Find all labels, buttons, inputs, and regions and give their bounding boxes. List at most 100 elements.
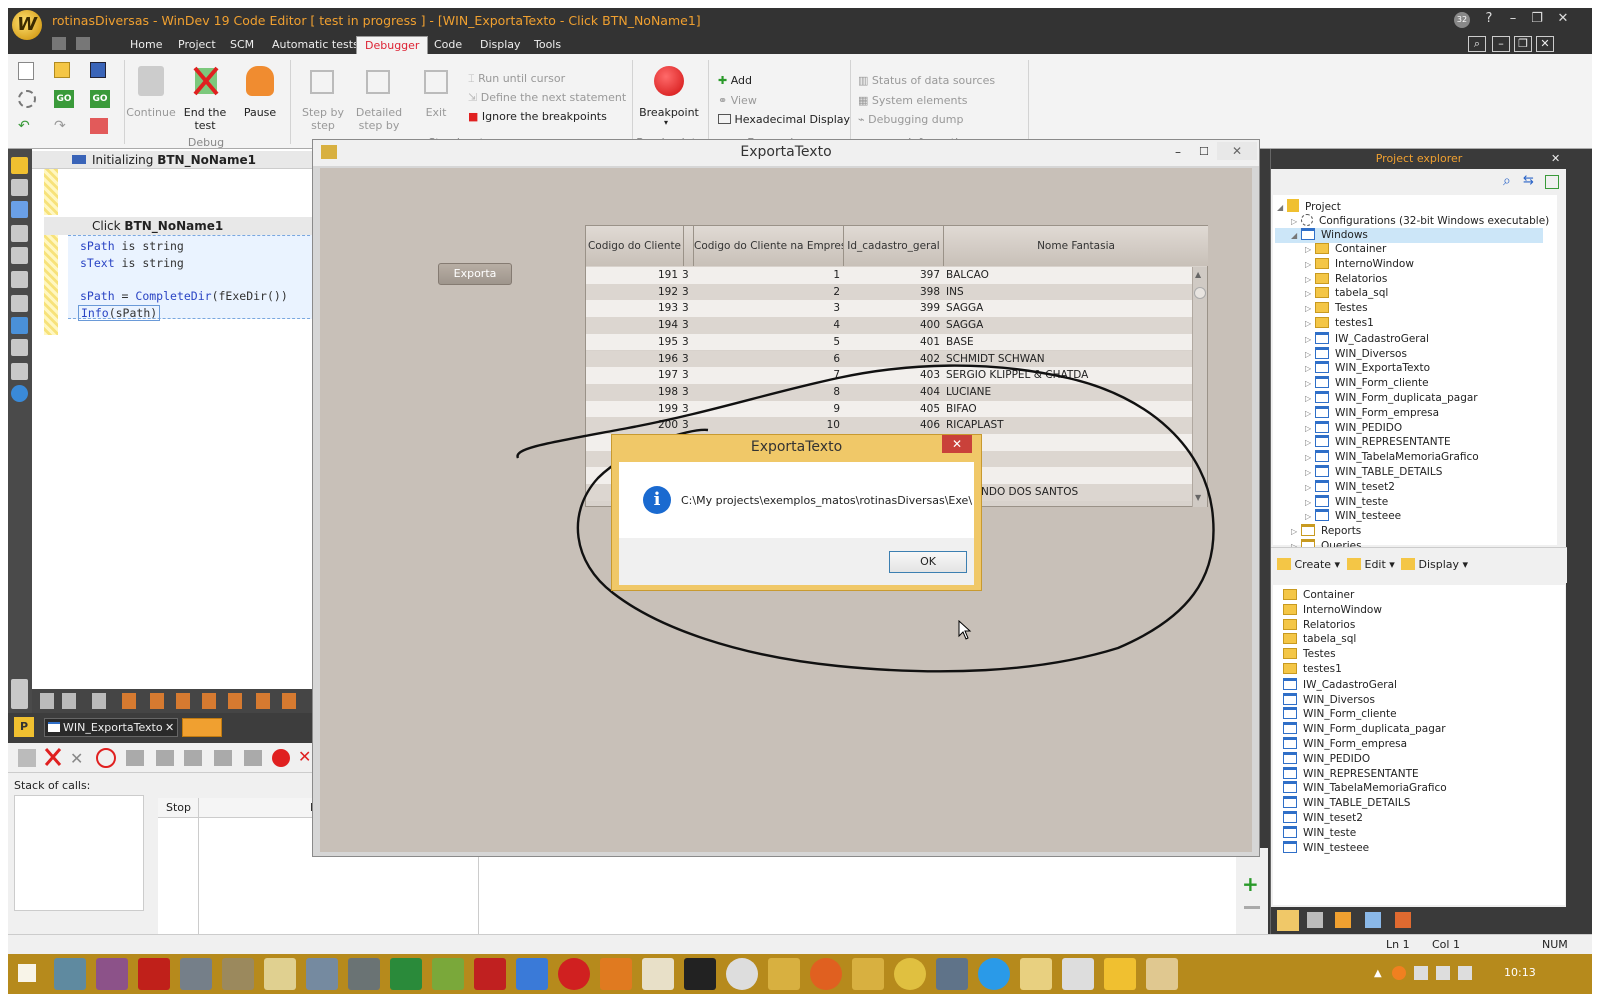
tree-windows[interactable]: ◢ Windows [1275, 228, 1543, 243]
hexadecimal-display[interactable]: Hexadecimal Display [718, 113, 850, 126]
query-icon[interactable] [11, 247, 28, 264]
window-tab[interactable] [1365, 912, 1381, 928]
stop-column-header[interactable]: Stop [166, 801, 191, 814]
code-editor[interactable]: Initializing BTN_NoName1 Click BTN_NoNam… [32, 149, 320, 689]
app-icon[interactable] [936, 958, 968, 990]
window-icon[interactable] [11, 201, 28, 218]
pause-button[interactable]: Pause [236, 106, 284, 119]
element-list-item[interactable]: WIN_Diversos [1283, 692, 1375, 706]
element-list-item[interactable]: WIN_testeee [1283, 840, 1369, 854]
menu-scm[interactable]: SCM [222, 36, 262, 54]
element-list-item[interactable]: IW_CadastroGeral [1283, 677, 1397, 691]
tree-window[interactable]: ▷ WIN_Form_duplicata_pagar [1305, 391, 1478, 404]
debug-tool-icon[interactable] [228, 693, 242, 709]
redo-icon[interactable]: ↷ [54, 119, 70, 133]
close-button[interactable]: ✕ [1217, 142, 1257, 160]
menu-project[interactable]: Project [170, 36, 224, 54]
project-tab-icon[interactable]: P [14, 717, 34, 737]
tree-window[interactable]: ▷ WIN_REPRESENTANTE [1305, 435, 1451, 448]
element-list-item[interactable]: Container [1283, 589, 1354, 601]
structure-icon[interactable] [11, 179, 28, 196]
tree-window[interactable]: ▷ WIN_Form_empresa [1305, 405, 1439, 419]
help-button[interactable]: ? [1478, 10, 1500, 28]
continue-button[interactable]: Continue [126, 106, 176, 119]
tree-folder[interactable]: ▷ Testes [1305, 302, 1368, 314]
step-icon[interactable] [126, 750, 144, 766]
debug-icon[interactable] [18, 749, 36, 767]
expand-icon[interactable] [11, 679, 28, 709]
file-explorer-icon[interactable] [1020, 958, 1052, 990]
tree-configurations[interactable]: ▷ Configurations (32-bit Windows executab… [1291, 214, 1549, 227]
debug-tool-icon[interactable] [150, 693, 164, 709]
stop-icon[interactable] [96, 748, 116, 768]
debug-tool-icon[interactable] [176, 693, 190, 709]
define-next-statement[interactable]: ⇲ Define the next statement [468, 91, 626, 104]
menu-code[interactable]: Code [426, 36, 470, 54]
tree-window[interactable]: ▷ WIN_TABLE_DETAILS [1305, 465, 1442, 478]
display-button[interactable]: Display ▾ [1401, 558, 1468, 571]
app-icon[interactable] [390, 958, 422, 990]
app-icon[interactable] [348, 958, 380, 990]
menu-automatic-tests[interactable]: Automatic tests [264, 36, 367, 54]
column-header-codigo-cliente[interactable]: Codigo do Cliente [586, 226, 684, 266]
element-list-item[interactable]: Testes [1283, 648, 1336, 660]
firefox-icon[interactable] [810, 958, 842, 990]
tree-folder[interactable]: ▷ tabela_sql [1305, 287, 1388, 299]
tree-window[interactable]: ▷ WIN_PEDIDO [1305, 420, 1402, 434]
exit-button[interactable]: Exit [414, 106, 458, 119]
events-tab[interactable] [1335, 912, 1351, 928]
doc-restore-button[interactable]: ❐ [1514, 36, 1532, 52]
add-expression[interactable]: ✚ Add [718, 74, 752, 87]
undo-icon[interactable]: ↶ [18, 119, 34, 133]
tab-win-exportatexto[interactable]: WIN_ExportaTexto ✕ [44, 718, 178, 737]
add-expression-icon[interactable]: + [1242, 872, 1259, 896]
tree-window[interactable]: ▷ IW_CadastroGeral [1305, 331, 1429, 345]
app-icon[interactable] [1062, 958, 1094, 990]
element-list-item[interactable]: WIN_TabelaMemoriaGrafico [1283, 781, 1447, 794]
windev-logo-icon[interactable]: W [12, 10, 42, 40]
report-icon[interactable] [11, 225, 28, 242]
start-icon[interactable] [18, 964, 36, 982]
open-folder-icon[interactable] [54, 62, 70, 78]
network-icon[interactable] [180, 958, 212, 990]
document-icon[interactable] [11, 339, 28, 356]
tree-window[interactable]: ▷ WIN_Form_cliente [1305, 376, 1429, 389]
stack-of-calls-list[interactable] [14, 795, 144, 911]
maximize-button[interactable]: ☐ [1199, 140, 1209, 164]
menu-home[interactable]: Home [122, 36, 170, 54]
table-row[interactable]: 195 3 5 401 BASE [586, 333, 1192, 351]
visual-studio-icon[interactable] [96, 958, 128, 990]
volume-icon[interactable] [1458, 966, 1472, 980]
remove-expression-icon[interactable] [1244, 906, 1260, 909]
column-header-nome-fantasia[interactable]: Nome Fantasia [944, 226, 1208, 266]
debug-tool-icon[interactable] [40, 693, 54, 709]
debug-tool-icon[interactable] [256, 693, 270, 709]
element-list-item[interactable]: tabela_sql [1283, 633, 1356, 645]
component-icon[interactable] [11, 295, 28, 312]
ok-button[interactable]: OK [889, 551, 967, 573]
explorer-icon[interactable] [264, 958, 296, 990]
doc-minimize-button[interactable]: – [1492, 36, 1510, 52]
table-row[interactable]: 199 3 9 405 BIFAO [586, 400, 1192, 418]
structure-tab[interactable] [1307, 912, 1323, 928]
element-list-item[interactable]: InternoWindow [1283, 603, 1382, 616]
windev-icon[interactable] [1104, 958, 1136, 990]
element-list-item[interactable]: WIN_Form_empresa [1283, 737, 1407, 750]
tree-folder[interactable]: ▷ testes1 [1305, 317, 1374, 329]
step-icon[interactable] [184, 750, 202, 766]
network-tray-icon[interactable] [1436, 966, 1450, 980]
project-tree[interactable]: ◢ Project ▷ Configurations (32-bit Windows… [1273, 195, 1557, 552]
view-expression[interactable]: ⚭ View [718, 94, 757, 107]
grid-icon[interactable] [52, 37, 66, 50]
breakpoint-button[interactable]: Breakpoint [638, 106, 700, 119]
toolbox-tab[interactable] [1395, 912, 1411, 928]
app-icon[interactable] [600, 958, 632, 990]
minimize-button[interactable]: – [1502, 10, 1524, 28]
app-icon[interactable] [642, 958, 674, 990]
debug-tool-icon[interactable] [282, 693, 296, 709]
debug-tool-icon[interactable] [92, 693, 106, 709]
skype-icon[interactable] [978, 958, 1010, 990]
graph-icon[interactable] [11, 363, 28, 380]
tree-window[interactable]: ▷ WIN_teset2 [1305, 479, 1395, 493]
element-list-item[interactable]: WIN_teste [1283, 825, 1356, 839]
